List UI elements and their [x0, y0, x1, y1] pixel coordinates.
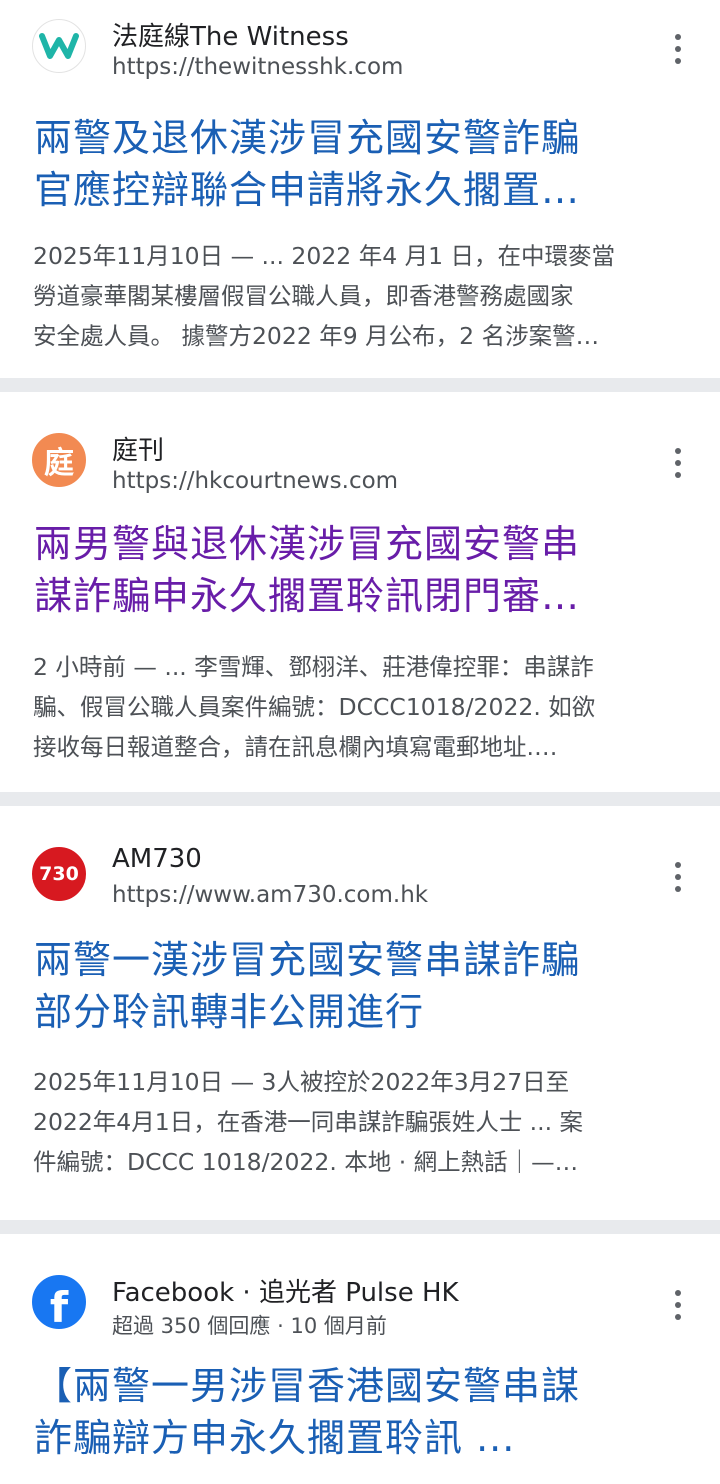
site-name: 庭刊: [112, 436, 165, 466]
snippet-line: 勞道豪華閣某樓層假冒公職人員，即香港警務處國家: [33, 282, 574, 310]
site-url: https://hkcourtnews.com: [112, 468, 399, 494]
result-source[interactable]: f Facebook · 追光者 Pulse HK 超過 350 個回應 · 1…: [0, 1256, 720, 1338]
result-snippet: 2 小時前 — ... 李雪輝、鄧栩洋、莊港偉控罪：串謀詐 騙、假冒公職人員案件…: [33, 647, 686, 767]
snippet-line: 2025年11月10日 — ... 2022 年4 月1 日，在中環麥當: [33, 242, 616, 270]
result-title-link[interactable]: 兩警一漢涉冒充國安警串謀詐騙 部分聆訊轉非公開進行: [34, 934, 680, 1038]
snippet-line: 騙、假冒公職人員案件編號：DCCC1018/2022. 如欲: [33, 693, 596, 721]
site-name: 法庭線The Witness: [112, 22, 349, 52]
title-line: 兩男警與退休漢涉冒充國安警串: [34, 522, 581, 566]
result-source[interactable]: 庭 庭刊 https://hkcourtnews.com: [0, 414, 720, 494]
search-result-card: f Facebook · 追光者 Pulse HK 超過 350 個回應 · 1…: [0, 1234, 720, 1484]
title-line: 謀詐騙申永久擱置聆訊閉門審…: [34, 574, 581, 618]
more-options-icon[interactable]: [668, 862, 688, 892]
snippet-line: 2 小時前 — ... 李雪輝、鄧栩洋、莊港偉控罪：串謀詐: [33, 653, 594, 681]
search-result-card: 庭 庭刊 https://hkcourtnews.com 兩男警與退休漢涉冒充國…: [0, 392, 720, 792]
snippet-line: 件編號：DCCC 1018/2022. 本地 · 網上熱話｜—…: [33, 1148, 579, 1176]
title-line: 兩警及退休漢涉冒充國安警詐騙: [34, 116, 581, 160]
more-options-icon[interactable]: [668, 1290, 688, 1320]
am730-logo-icon: 730: [32, 847, 86, 901]
site-name: AM730: [112, 844, 202, 874]
result-snippet: 2025年11月10日 — ... 2022 年4 月1 日，在中環麥當 勞道豪…: [33, 236, 686, 356]
result-source[interactable]: 法庭線The Witness https://thewitnesshk.com: [0, 0, 720, 80]
snippet-line: 2025年11月10日 — 3人被控於2022年3月27日至: [33, 1068, 570, 1096]
site-url: https://thewitnesshk.com: [112, 54, 404, 80]
result-divider: [0, 1220, 720, 1234]
result-divider: [0, 792, 720, 806]
title-line: 兩警一漢涉冒充國安警串謀詐騙: [34, 938, 581, 982]
post-meta: 超過 350 個回應 · 10 個月前: [112, 1314, 387, 1338]
snippet-line: 2022年4月1日，在香港一同串謀詐騙張姓人士 ... 案: [33, 1108, 584, 1136]
result-snippet: 2025年11月10日 — 3人被控於2022年3月27日至 2022年4月1日…: [33, 1062, 686, 1182]
site-name: Facebook · 追光者 Pulse HK: [112, 1278, 459, 1308]
result-source[interactable]: 730 AM730 https://www.am730.com.hk: [0, 828, 720, 908]
facebook-logo-icon: f: [32, 1275, 86, 1329]
search-result-card: 法庭線The Witness https://thewitnesshk.com …: [0, 0, 720, 378]
result-title-link[interactable]: 【兩警一男涉冒香港國安警串謀 詐騙辯方申永久擱置聆訊 ...: [34, 1360, 680, 1464]
snippet-line: 安全處人員。 據警方2022 年9 月公布，2 名涉案警…: [33, 322, 600, 350]
result-divider: [0, 378, 720, 392]
snippet-line: 接收每日報道整合，請在訊息欄內填寫電郵地址.…: [33, 733, 558, 761]
title-line: 【兩警一男涉冒香港國安警串謀: [34, 1364, 581, 1408]
witness-w-logo-icon: [32, 19, 86, 73]
title-line: 部分聆訊轉非公開進行: [34, 990, 425, 1034]
result-title-link[interactable]: 兩警及退休漢涉冒充國安警詐騙 官應控辯聯合申請將永久擱置…: [34, 112, 680, 216]
site-url: https://www.am730.com.hk: [112, 882, 429, 908]
search-result-card: 730 AM730 https://www.am730.com.hk 兩警一漢涉…: [0, 806, 720, 1220]
more-options-icon[interactable]: [668, 448, 688, 478]
more-options-icon[interactable]: [668, 34, 688, 64]
title-line: 官應控辯聯合申請將永久擱置…: [34, 168, 581, 212]
hkcourtnews-logo-icon: 庭: [32, 433, 86, 487]
result-title-link[interactable]: 兩男警與退休漢涉冒充國安警串 謀詐騙申永久擱置聆訊閉門審…: [34, 518, 680, 622]
title-line: 詐騙辯方申永久擱置聆訊 ...: [34, 1416, 516, 1460]
